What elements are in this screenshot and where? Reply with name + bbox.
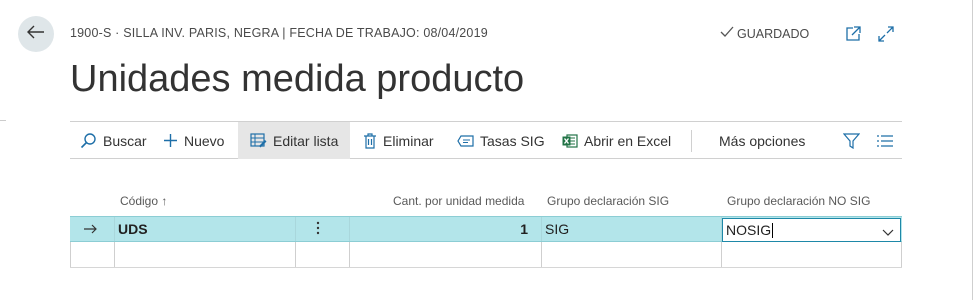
plus-icon bbox=[163, 133, 178, 148]
text-caret bbox=[772, 222, 774, 238]
cell-code[interactable]: UDS bbox=[118, 217, 148, 241]
nosig-group-value: NOSIG bbox=[726, 222, 772, 238]
new-button[interactable]: Nuevo bbox=[163, 122, 224, 159]
excel-icon bbox=[562, 133, 578, 149]
search-button[interactable]: Buscar bbox=[80, 122, 147, 159]
cell-qty[interactable]: 1 bbox=[350, 217, 528, 241]
sort-ascending-icon: ↑ bbox=[161, 194, 168, 208]
tag-icon bbox=[457, 134, 474, 147]
delete-label: Eliminar bbox=[383, 132, 434, 149]
page-title: Unidades medida producto bbox=[70, 58, 525, 100]
row-arrow-icon bbox=[84, 217, 98, 241]
nosig-group-input[interactable]: NOSIG bbox=[722, 218, 901, 242]
data-grid: UDS 1 SIG NOSIG bbox=[70, 216, 902, 268]
filter-button[interactable] bbox=[843, 122, 860, 159]
sig-rates-label: Tasas SIG bbox=[480, 132, 545, 149]
arrow-left-icon bbox=[27, 25, 45, 44]
filter-icon bbox=[843, 132, 860, 149]
checkmark-icon bbox=[720, 26, 734, 41]
search-label: Buscar bbox=[103, 132, 147, 149]
save-status: GUARDADO bbox=[720, 26, 809, 41]
open-excel-label: Abrir en Excel bbox=[584, 132, 672, 149]
table-row-empty[interactable] bbox=[70, 242, 902, 268]
breadcrumb: 1900-S · SILLA INV. PARIS, NEGRA | FECHA… bbox=[70, 26, 488, 40]
chevron-down-icon[interactable] bbox=[882, 224, 894, 240]
open-new-window-icon[interactable] bbox=[843, 24, 863, 44]
list-view-icon bbox=[877, 134, 893, 147]
action-bar: Buscar Nuevo Editar lista Eliminar Tasas… bbox=[70, 121, 902, 159]
edit-list-button[interactable]: Editar lista bbox=[238, 122, 351, 159]
row-menu-button[interactable] bbox=[316, 217, 320, 241]
edit-list-label: Editar lista bbox=[273, 132, 339, 149]
list-view-button[interactable] bbox=[877, 122, 893, 159]
column-header-qty[interactable]: Cant. por unidad medida bbox=[393, 194, 524, 208]
column-header-nosig-group[interactable]: Grupo declaración NO SIG bbox=[727, 194, 870, 208]
search-icon bbox=[80, 132, 97, 149]
new-label: Nuevo bbox=[184, 132, 225, 149]
action-separator bbox=[691, 130, 692, 152]
expand-icon[interactable] bbox=[876, 24, 896, 44]
cell-sig-group[interactable]: SIG bbox=[545, 217, 569, 241]
trash-icon bbox=[363, 132, 377, 149]
table-row[interactable]: UDS 1 SIG NOSIG bbox=[70, 216, 902, 242]
back-button[interactable] bbox=[18, 16, 54, 52]
more-options-label: Más opciones bbox=[719, 132, 806, 149]
more-options-button[interactable]: Más opciones bbox=[719, 122, 805, 159]
open-excel-button[interactable]: Abrir en Excel bbox=[562, 122, 671, 159]
column-header-code[interactable]: Código ↑ bbox=[120, 194, 167, 208]
edit-list-icon bbox=[250, 133, 267, 148]
save-status-label: GUARDADO bbox=[737, 26, 810, 41]
delete-button[interactable]: Eliminar bbox=[363, 122, 434, 159]
sig-rates-button[interactable]: Tasas SIG bbox=[457, 122, 545, 159]
column-code-label: Código bbox=[120, 194, 159, 208]
page-edge-line bbox=[0, 120, 6, 121]
vertical-ellipsis-icon bbox=[316, 221, 320, 238]
column-header-sig-group[interactable]: Grupo declaración SIG bbox=[547, 194, 669, 208]
